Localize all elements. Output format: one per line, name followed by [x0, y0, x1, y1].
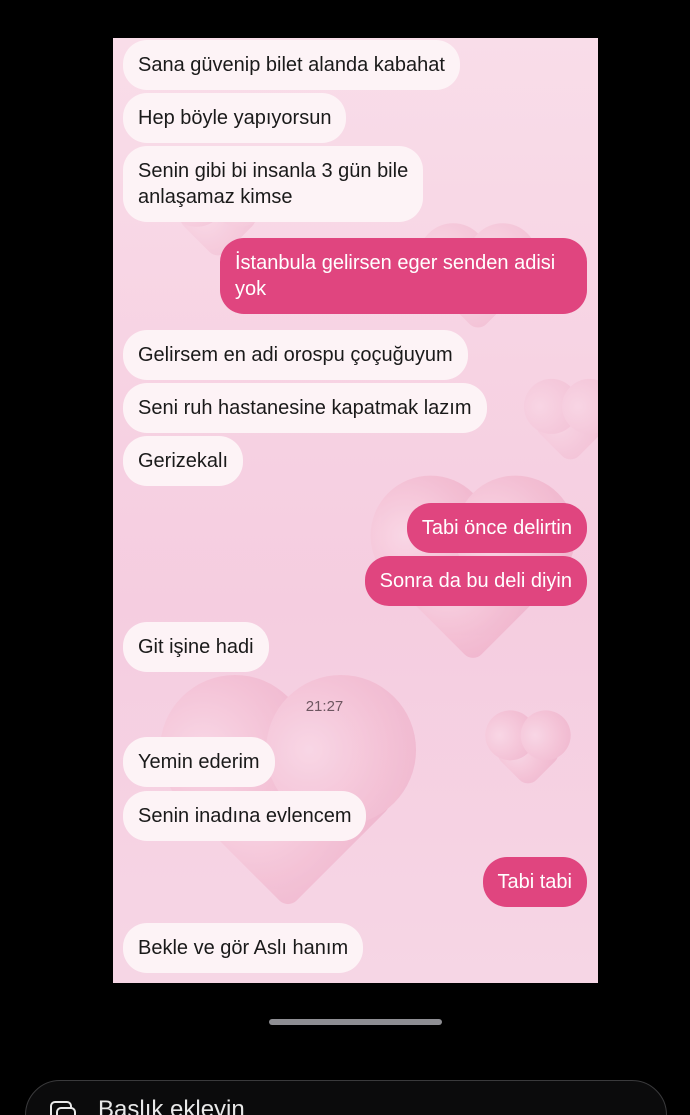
- gallery-stack-icon: [50, 1101, 76, 1115]
- outgoing-message: İstanbula gelirsen eger senden adisi yok: [220, 238, 587, 314]
- heart-decoration: [492, 717, 564, 789]
- incoming-message: Gelirsem en adi orospu çoçuğuyum: [123, 330, 468, 380]
- outgoing-message: Sonra da bu deli diyin: [364, 556, 587, 606]
- incoming-message: Seni ruh hastanesine kapatmak lazım: [123, 383, 487, 433]
- caption-placeholder[interactable]: Başlık ekleyin: [98, 1096, 245, 1115]
- heart-decoration: [531, 386, 598, 465]
- incoming-message: Senin inadına evlencem: [123, 791, 367, 841]
- incoming-message: Gerizekalı: [123, 436, 244, 486]
- home-indicator[interactable]: [269, 1019, 442, 1025]
- incoming-message: Git işine hadi: [123, 622, 269, 672]
- outgoing-message: Tabi önce delirtin: [406, 503, 587, 553]
- incoming-message: Sana güvenip bilet alanda kabahat: [123, 40, 460, 90]
- incoming-message: Hep böyle yapıyorsun: [123, 93, 347, 143]
- incoming-message: Bekle ve gör Aslı hanım: [123, 923, 364, 973]
- chat-screenshot: Sana güvenip bilet alanda kabahat Hep bö…: [113, 38, 598, 983]
- incoming-message: Yemin ederim: [123, 737, 275, 787]
- screen: Sana güvenip bilet alanda kabahat Hep bö…: [0, 0, 690, 1115]
- outgoing-message: Tabi tabi: [482, 857, 587, 907]
- message-timestamp: 21:27: [305, 698, 344, 715]
- incoming-message: Senin gibi bi insanla 3 gün bile anlaşam…: [123, 146, 424, 222]
